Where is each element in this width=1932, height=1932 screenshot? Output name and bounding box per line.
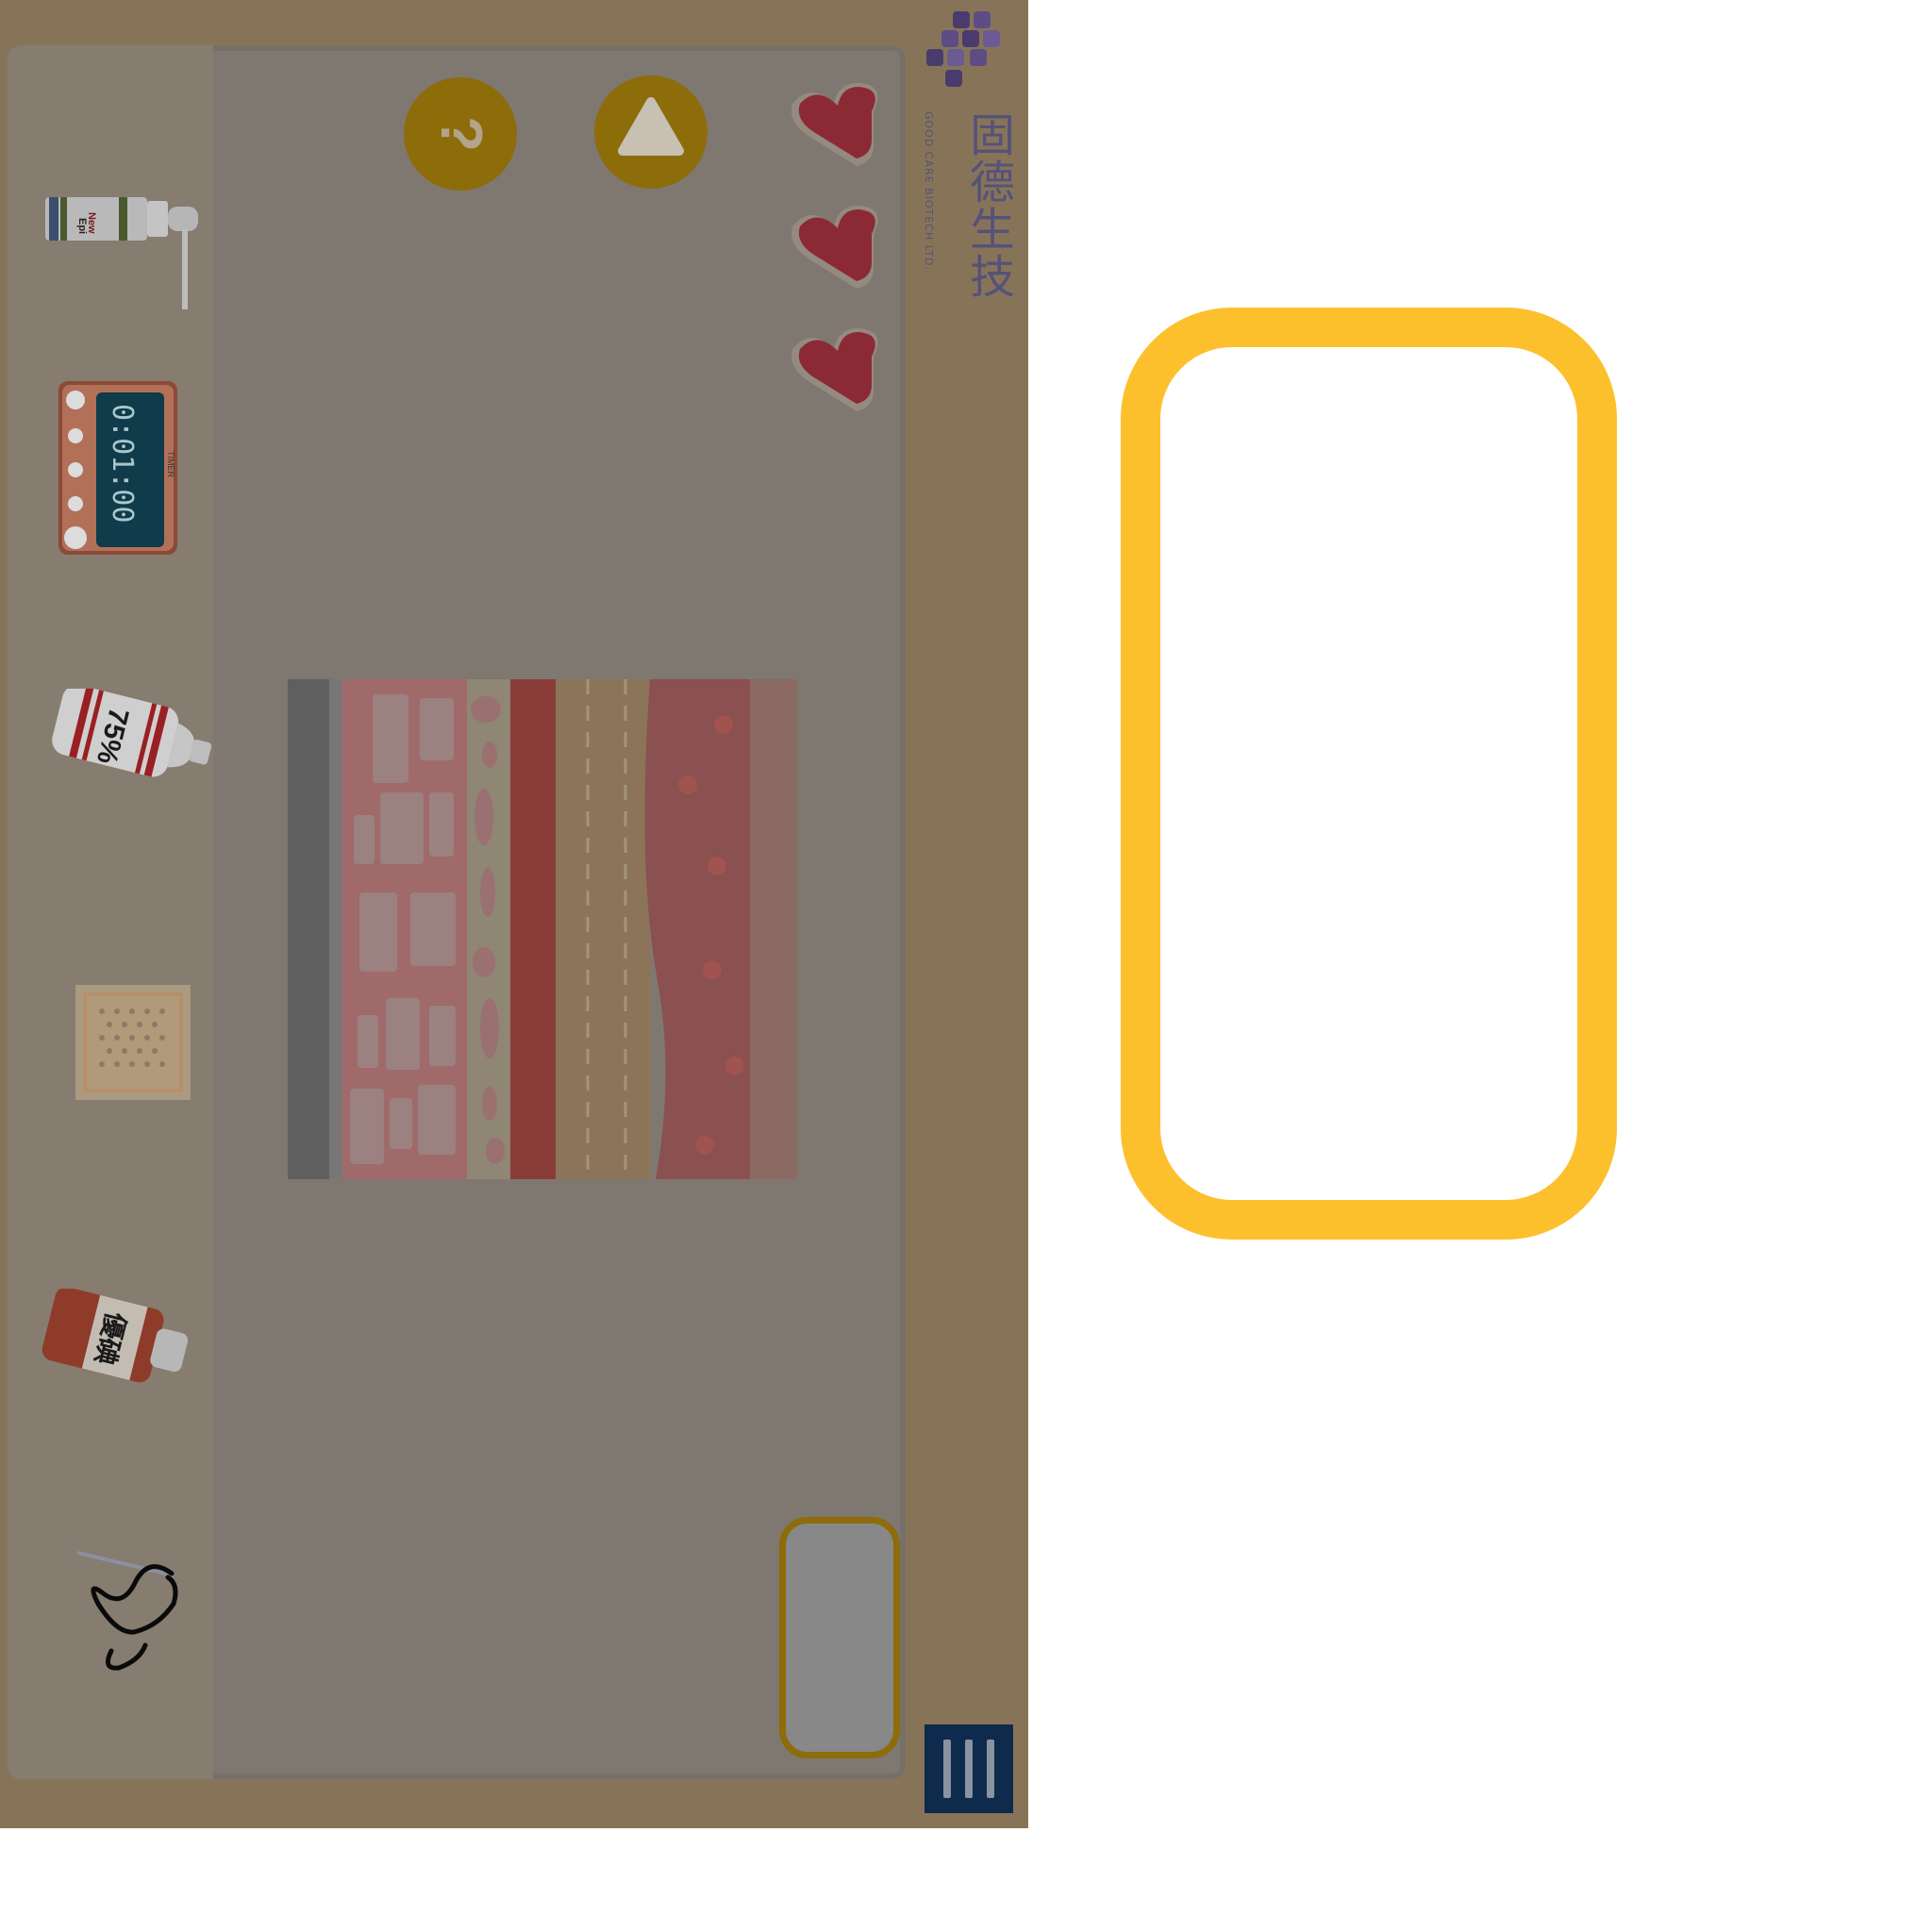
tool-alcohol-bottle[interactable]: 75%: [49, 689, 219, 802]
brand-logo: [926, 11, 1000, 87]
brand-name: 固德生技: [961, 111, 1014, 300]
drop-slot-small[interactable]: [779, 1517, 900, 1758]
menu-bars-icon: [943, 1740, 951, 1798]
tool-suture-needle[interactable]: [74, 1547, 187, 1679]
tool-timer[interactable]: 0:01:00 TIMER: [57, 379, 181, 558]
heart-icon: [791, 83, 878, 166]
help-icon: ?: [428, 116, 493, 152]
tool-gauze-patch[interactable]: [74, 983, 192, 1102]
menu-bar: [987, 1740, 994, 1798]
menu-bar: [965, 1740, 973, 1798]
timer-display: 0:01:00: [106, 404, 139, 523]
tool-spray-bottle[interactable]: New Epi: [43, 193, 204, 311]
menu-button[interactable]: [924, 1724, 1013, 1813]
triangle-icon: [618, 97, 684, 156]
brand-subtitle: GOOD CARE BIOTECH LTD.: [923, 111, 935, 271]
play-button[interactable]: [594, 75, 708, 189]
timer-caption: TIMER: [166, 451, 175, 477]
spray-label-epi: Epi: [76, 218, 88, 234]
tool-iodine-bottle[interactable]: 優碘: [42, 1289, 202, 1402]
skin-layers-diagram: [288, 679, 797, 1179]
help-button[interactable]: ?: [404, 77, 517, 191]
heart-icon: [791, 328, 878, 411]
heart-icon: [791, 206, 878, 289]
highlight-drop-slot[interactable]: [1121, 308, 1617, 1240]
